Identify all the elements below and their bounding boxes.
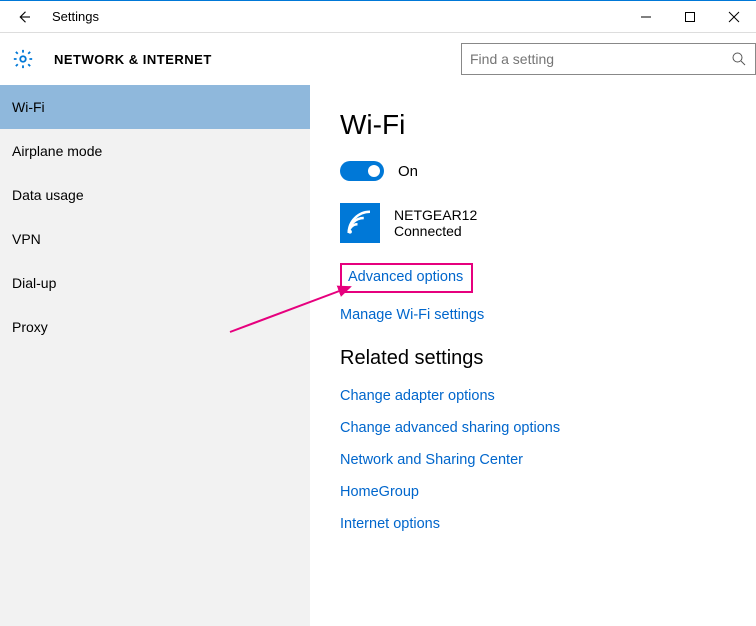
related-link[interactable]: HomeGroup [340,484,756,500]
wifi-toggle-label: On [398,163,418,180]
sidebar-item-data-usage[interactable]: Data usage [0,173,310,217]
close-button[interactable] [712,1,756,33]
maximize-icon [684,11,696,23]
advanced-options-highlight: Advanced options [340,263,473,293]
sidebar-item-airplane[interactable]: Airplane mode [0,129,310,173]
back-button[interactable] [0,1,48,33]
minimize-icon [640,11,652,23]
minimize-button[interactable] [624,1,668,33]
wifi-toggle[interactable] [340,161,384,181]
page-title: Wi-Fi [340,109,756,141]
network-status: Connected [394,223,477,239]
content-pane: Wi-Fi On NETGEAR12 Connected Advanced op… [310,85,756,626]
sidebar-item-label: Proxy [12,319,48,335]
arrow-left-icon [15,8,33,26]
window-title: Settings [52,9,99,24]
related-link[interactable]: Change adapter options [340,388,756,404]
advanced-options-link[interactable]: Advanced options [348,269,463,285]
sidebar-item-label: Wi-Fi [12,99,45,115]
header: NETWORK & INTERNET [0,33,756,85]
network-text: NETGEAR12 Connected [394,207,477,239]
related-link[interactable]: Network and Sharing Center [340,452,756,468]
related-link[interactable]: Change advanced sharing options [340,420,756,436]
window-controls [624,1,756,33]
sidebar-item-label: VPN [12,231,41,247]
manage-wifi-link[interactable]: Manage Wi-Fi settings [340,307,756,323]
related-heading: Related settings [340,347,756,370]
related-link[interactable]: Internet options [340,516,756,532]
wifi-toggle-row: On [340,161,756,181]
sidebar-item-vpn[interactable]: VPN [0,217,310,261]
gear-icon [12,48,34,70]
connected-network[interactable]: NETGEAR12 Connected [340,203,756,243]
sidebar-item-dial-up[interactable]: Dial-up [0,261,310,305]
maximize-button[interactable] [668,1,712,33]
close-icon [728,11,740,23]
sidebar-item-wifi[interactable]: Wi-Fi [0,85,310,129]
sidebar-item-label: Airplane mode [12,143,102,159]
header-label: NETWORK & INTERNET [54,52,212,67]
wifi-icon [340,203,380,243]
network-ssid: NETGEAR12 [394,207,477,223]
search-input[interactable] [470,51,731,67]
sidebar-item-label: Data usage [12,187,84,203]
sidebar-item-label: Dial-up [12,275,56,291]
search-icon [731,51,747,67]
sidebar-item-proxy[interactable]: Proxy [0,305,310,349]
titlebar: Settings [0,1,756,33]
search-box[interactable] [461,43,756,75]
sidebar: Wi-Fi Airplane mode Data usage VPN Dial-… [0,85,310,626]
